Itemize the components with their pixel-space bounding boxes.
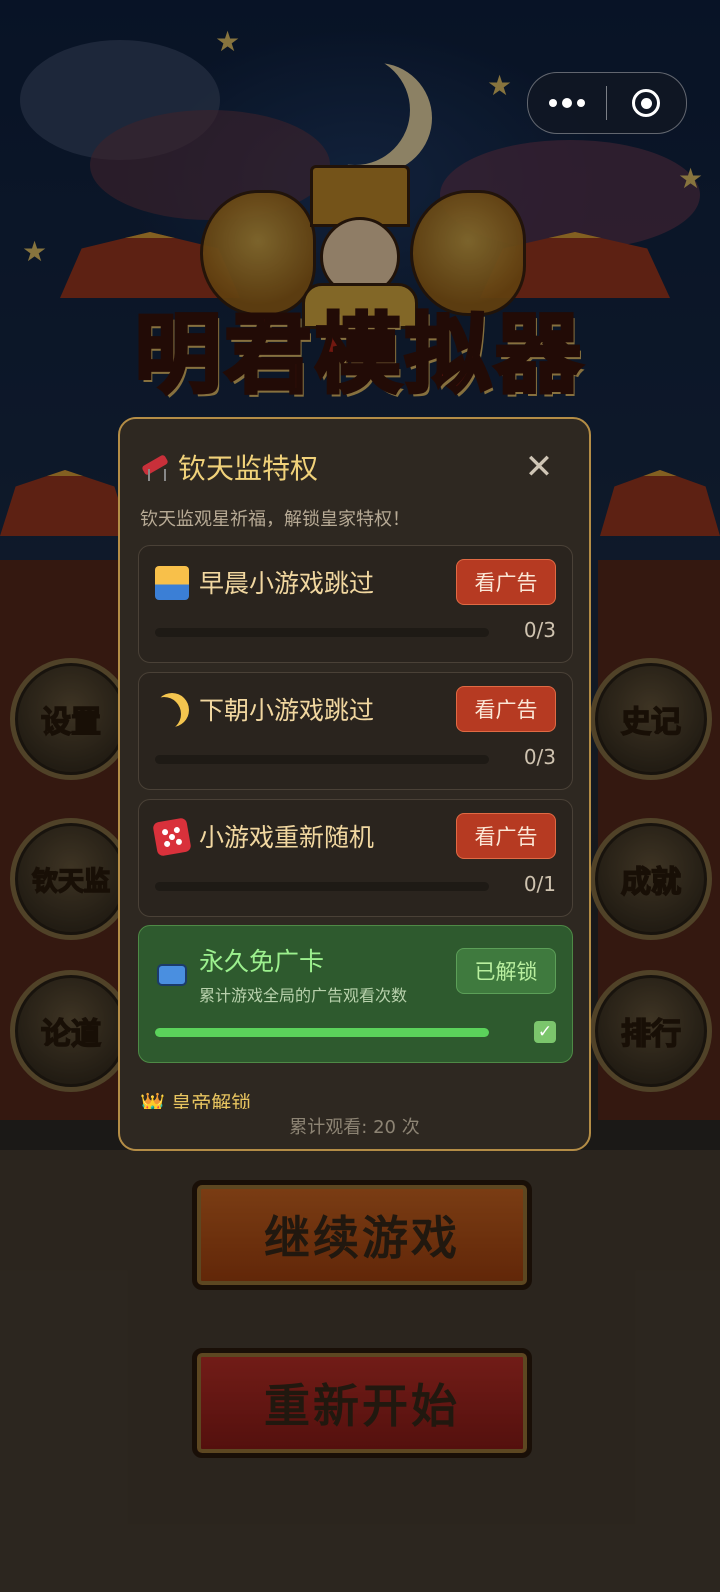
close-icon[interactable]: ✕ [519, 447, 559, 487]
tv-icon [157, 964, 187, 986]
privilege-card-no-ads: 永久免广卡 累计游戏全局的广告观看次数 已解锁 ✓ [138, 925, 573, 1063]
watch-ad-button[interactable]: 看广告 [456, 559, 556, 605]
premium-label: 永久免广卡 [199, 947, 325, 976]
privilege-label: 早晨小游戏跳过 [199, 569, 375, 598]
progress-count: 0/3 [523, 618, 556, 642]
progress-count: 0/1 [523, 872, 556, 896]
miniprogram-capsule [527, 72, 687, 134]
modal-subtitle: 钦天监观星祈福，解锁皇家特权！ [140, 509, 410, 530]
privilege-modal: 钦天监特权 ✕ 钦天监观星祈福，解锁皇家特权！ 早晨小游戏跳过 看广告 0/3 … [118, 417, 591, 1151]
modal-header: 钦天监特权 ✕ [140, 447, 569, 487]
watch-ad-button[interactable]: 看广告 [456, 686, 556, 732]
progress-fill [155, 1028, 489, 1037]
progress-count: 0/3 [523, 745, 556, 769]
sunrise-icon [155, 566, 189, 600]
watch-ad-button[interactable]: 看广告 [456, 813, 556, 859]
progress-bar [155, 628, 489, 637]
progress-bar [155, 882, 489, 891]
progress-bar [155, 755, 489, 764]
progress-bar [155, 1028, 489, 1037]
target-circle-icon[interactable] [607, 73, 685, 133]
modal-title: 钦天监特权 [178, 452, 319, 485]
unlocked-badge: 已解锁 [456, 948, 556, 994]
privilege-label: 下朝小游戏跳过 [199, 696, 375, 725]
privilege-card-reroll: 小游戏重新随机 看广告 0/1 [138, 799, 573, 917]
emperor-unlock-section-title: 👑 皇帝解锁 [140, 1091, 252, 1109]
total-views-text: 累计观看: 20 次 [289, 1117, 420, 1138]
dice-icon [152, 817, 192, 857]
privilege-card-morning-skip: 早晨小游戏跳过 看广告 0/3 [138, 545, 573, 663]
telescope-icon [140, 452, 170, 482]
checkmark-icon: ✓ [534, 1021, 556, 1043]
premium-description: 累计游戏全局的广告观看次数 [199, 986, 408, 1005]
more-dots-icon[interactable] [528, 73, 606, 133]
privilege-card-court-skip: 下朝小游戏跳过 看广告 0/3 [138, 672, 573, 790]
crescent-moon-icon [155, 693, 189, 727]
privilege-label: 小游戏重新随机 [199, 823, 375, 852]
